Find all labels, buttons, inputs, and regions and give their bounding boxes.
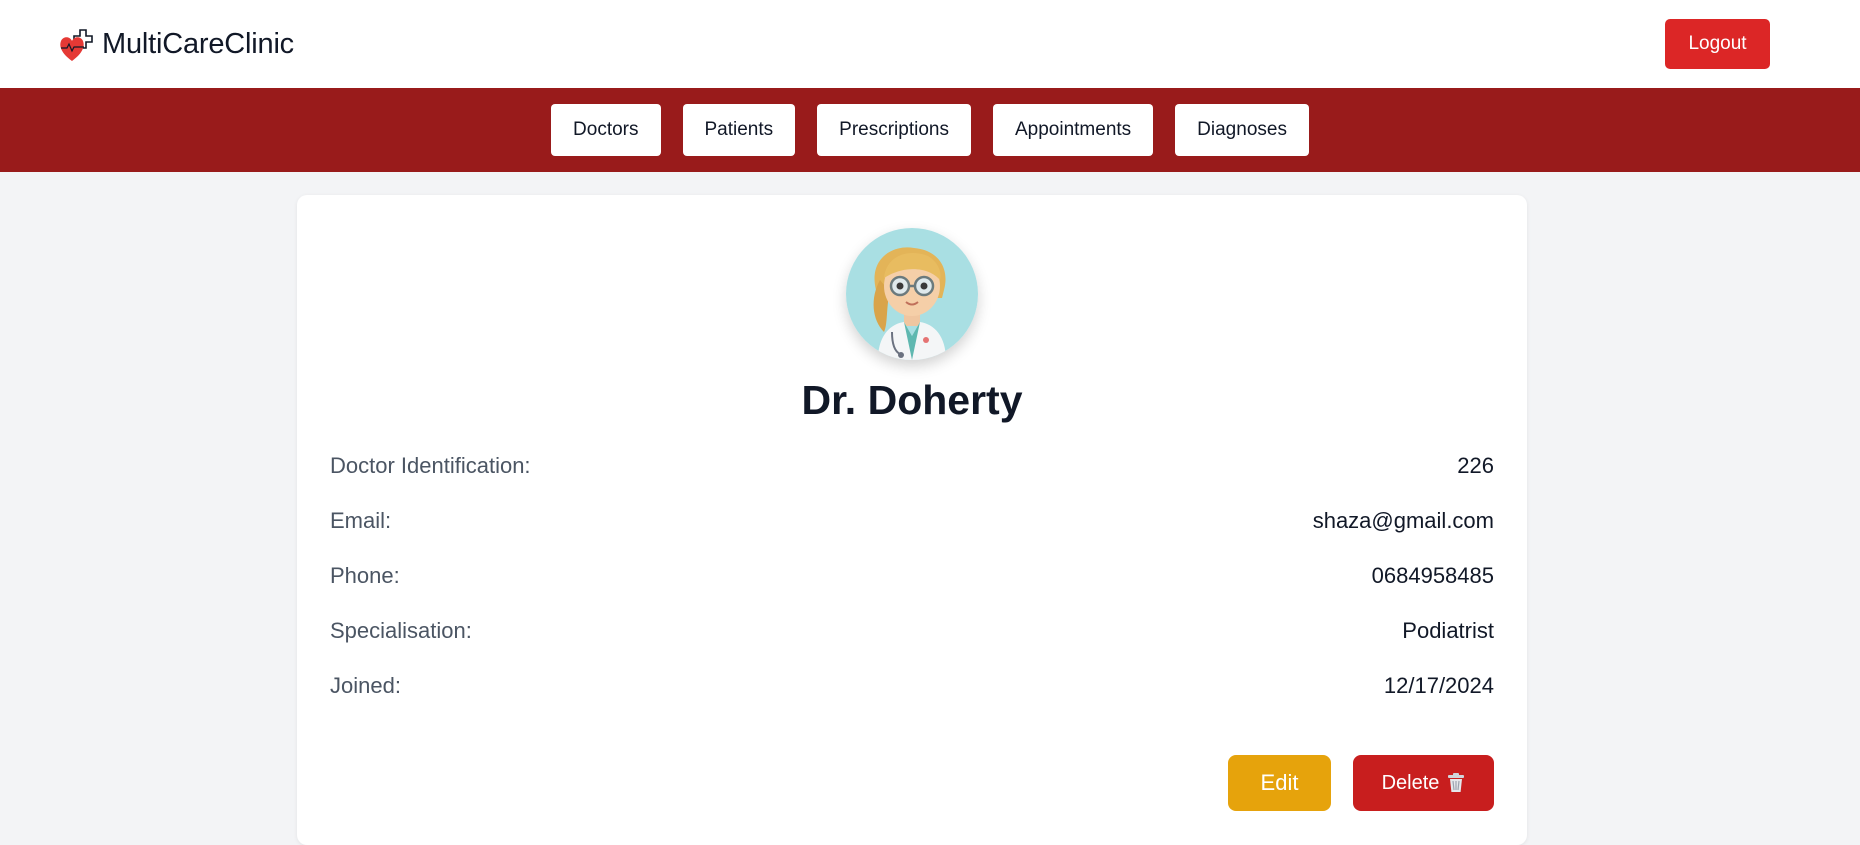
nav-patients-button[interactable]: Patients	[682, 104, 796, 156]
delete-button-label: Delete	[1381, 771, 1440, 794]
detail-label: Phone:	[330, 562, 400, 588]
nav-prescriptions-button[interactable]: Prescriptions	[817, 104, 971, 156]
brand[interactable]: MultiCareClinic	[58, 24, 294, 64]
detail-value: Podiatrist	[1402, 617, 1494, 643]
detail-label: Joined:	[330, 672, 401, 698]
doctor-name: Dr. Doherty	[801, 377, 1023, 423]
doctor-details: Doctor Identification: 226 Email: shaza@…	[330, 438, 1494, 713]
nav-appointments-button[interactable]: Appointments	[992, 104, 1154, 156]
detail-row-id: Doctor Identification: 226	[330, 438, 1494, 493]
detail-row-joined: Joined: 12/17/2024	[330, 658, 1494, 713]
detail-label: Email:	[330, 507, 392, 533]
detail-label: Specialisation:	[330, 617, 472, 643]
main-nav: Doctors Patients Prescriptions Appointme…	[0, 88, 1860, 172]
brand-name: MultiCareClinic	[102, 27, 294, 60]
heart-cross-icon	[60, 29, 93, 61]
nav-diagnoses-button[interactable]: Diagnoses	[1175, 104, 1309, 156]
trash-icon	[1448, 773, 1465, 792]
detail-value: 12/17/2024	[1383, 672, 1494, 698]
logout-button[interactable]: Logout	[1665, 19, 1770, 69]
detail-value: 0684958485	[1371, 562, 1494, 588]
top-bar: MultiCareClinic Logout	[0, 0, 1860, 88]
detail-row-specialisation: Specialisation: Podiatrist	[330, 603, 1494, 658]
edit-button[interactable]: Edit	[1228, 755, 1331, 811]
doctor-profile-card: Dr. Doherty Doctor Identification: 226 E…	[297, 195, 1527, 845]
nav-doctors-button[interactable]: Doctors	[551, 104, 661, 156]
doctor-avatar	[846, 228, 978, 360]
detail-value: shaza@gmail.com	[1312, 507, 1494, 533]
detail-row-email: Email: shaza@gmail.com	[330, 493, 1494, 548]
detail-value: 226	[1457, 452, 1494, 478]
detail-row-phone: Phone: 0684958485	[330, 548, 1494, 603]
profile-actions: Edit Delete	[1228, 755, 1494, 811]
delete-button[interactable]: Delete	[1353, 755, 1494, 811]
detail-label: Doctor Identification:	[330, 452, 531, 478]
